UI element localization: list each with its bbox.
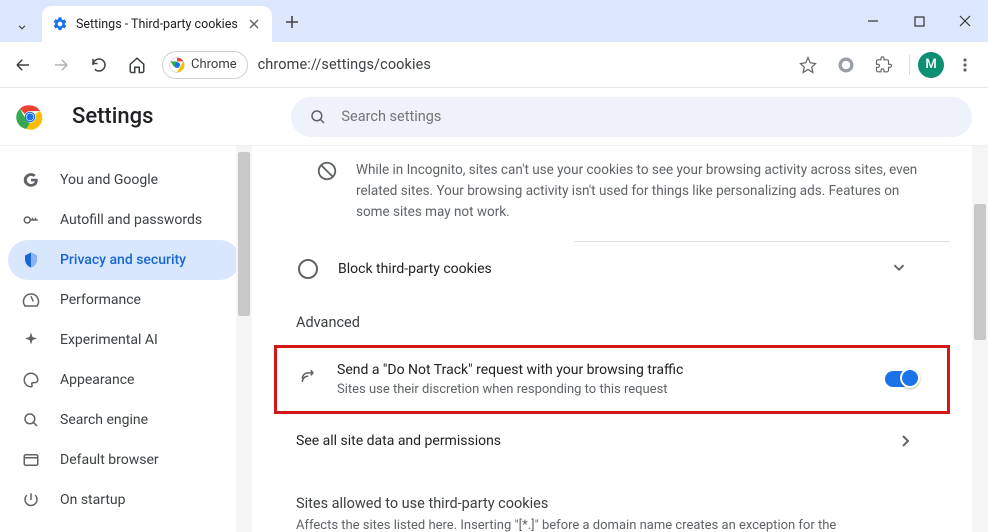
- bookmark-button[interactable]: [791, 48, 825, 82]
- dnt-toggle[interactable]: [885, 371, 919, 387]
- sidebar-item-label: Experimental AI: [60, 332, 158, 348]
- incognito-info-text: While in Incognito, sites can't use your…: [356, 160, 918, 223]
- settings-header: Settings: [0, 88, 988, 146]
- settings-sidebar: You and Google Autofill and passwords Pr…: [0, 146, 252, 532]
- site-chip[interactable]: Chrome: [162, 51, 248, 79]
- prohibit-icon: [316, 160, 338, 182]
- settings-search-input[interactable]: [341, 108, 954, 125]
- reload-button[interactable]: [82, 48, 116, 82]
- section-heading-advanced: Advanced: [274, 296, 950, 335]
- close-icon: [249, 19, 259, 29]
- window-titlebar: Settings - Third-party cookies: [0, 0, 988, 42]
- extensions-button[interactable]: [867, 48, 901, 82]
- sidebar-item-label: Autofill and passwords: [60, 212, 202, 228]
- home-button[interactable]: [120, 48, 154, 82]
- content-scrollbar[interactable]: [972, 146, 988, 532]
- sidebar-item-appearance[interactable]: Appearance: [8, 360, 240, 400]
- radio-icon: [298, 259, 318, 279]
- sidebar-item-you-and-google[interactable]: You and Google: [8, 160, 240, 200]
- expand-button[interactable]: [888, 256, 910, 282]
- maximize-icon: [914, 16, 925, 27]
- link-label: See all site data and permissions: [296, 433, 902, 449]
- dnt-subtitle: Sites use their discretion when respondi…: [337, 382, 867, 397]
- window-maximize-button[interactable]: [896, 0, 942, 42]
- menu-button[interactable]: [948, 48, 982, 82]
- separator: [909, 55, 910, 75]
- sidebar-item-privacy[interactable]: Privacy and security: [8, 240, 240, 280]
- puzzle-icon: [875, 56, 893, 74]
- search-icon: [22, 411, 40, 429]
- new-tab-button[interactable]: [278, 8, 306, 36]
- globe-shield-icon: [836, 55, 856, 75]
- cookies-indicator-button[interactable]: [829, 48, 863, 82]
- window-minimize-button[interactable]: [850, 0, 896, 42]
- sidebar-item-default-browser[interactable]: Default browser: [8, 440, 240, 480]
- gear-icon: [52, 16, 68, 32]
- window-close-button[interactable]: [942, 0, 988, 42]
- sidebar-item-search-engine[interactable]: Search engine: [8, 400, 240, 440]
- scrollbar-thumb[interactable]: [974, 204, 986, 340]
- sidebar-item-performance[interactable]: Performance: [8, 280, 240, 320]
- setting-do-not-track[interactable]: Send a "Do Not Track" request with your …: [277, 348, 947, 411]
- chrome-logo-icon: [169, 57, 185, 73]
- sidebar-item-on-startup[interactable]: On startup: [8, 480, 240, 520]
- sparkle-icon: [22, 331, 40, 349]
- sidebar-item-experimental-ai[interactable]: Experimental AI: [8, 320, 240, 360]
- settings-search[interactable]: [291, 97, 972, 137]
- site-chip-label: Chrome: [191, 57, 237, 72]
- tab-close-button[interactable]: [246, 16, 262, 32]
- power-icon: [22, 491, 40, 509]
- highlighted-setting-box: Send a "Do Not Track" request with your …: [274, 345, 950, 414]
- option-block-third-party-cookies[interactable]: Block third-party cookies: [274, 242, 950, 296]
- sites-allowed-description: Affects the sites listed here. Inserting…: [274, 516, 950, 532]
- sidebar-item-label: Performance: [60, 292, 141, 308]
- page-title: Settings: [72, 104, 153, 129]
- section-heading-sites-allowed: Sites allowed to use third-party cookies: [274, 469, 950, 516]
- chevron-down-icon: [888, 256, 910, 278]
- kebab-icon: [957, 57, 973, 73]
- chrome-logo-icon: [16, 103, 44, 131]
- google-g-icon: [22, 171, 40, 189]
- address-bar[interactable]: chrome://settings/cookies: [258, 56, 779, 73]
- link-see-all-site-data[interactable]: See all site data and permissions: [274, 414, 950, 469]
- star-icon: [799, 56, 817, 74]
- speedometer-icon: [22, 291, 40, 309]
- sidebar-item-label: Default browser: [60, 452, 159, 468]
- arrow-right-icon: [52, 56, 70, 74]
- tab-search-button[interactable]: [8, 13, 36, 41]
- arrow-left-icon: [14, 56, 32, 74]
- sidebar-item-label: On startup: [60, 492, 126, 508]
- search-icon: [309, 108, 327, 126]
- sidebar-item-label: Appearance: [60, 372, 134, 388]
- shield-icon: [22, 251, 40, 269]
- sidebar-scrollbar[interactable]: [236, 146, 252, 532]
- tab-title: Settings - Third-party cookies: [76, 17, 238, 32]
- reload-icon: [90, 56, 108, 74]
- scrollbar-thumb[interactable]: [238, 152, 250, 316]
- browser-icon: [22, 451, 40, 469]
- back-button[interactable]: [6, 48, 40, 82]
- sidebar-item-label: You and Google: [60, 172, 158, 188]
- minimize-icon: [867, 15, 879, 27]
- browser-toolbar: Chrome chrome://settings/cookies M: [0, 42, 988, 88]
- window-controls: [850, 0, 988, 42]
- incognito-info: While in Incognito, sites can't use your…: [274, 156, 950, 241]
- key-icon: [22, 211, 40, 229]
- sidebar-item-label: Privacy and security: [60, 252, 186, 268]
- settings-content: While in Incognito, sites can't use your…: [252, 146, 972, 532]
- dnt-title: Send a "Do Not Track" request with your …: [337, 362, 867, 378]
- forward-button[interactable]: [44, 48, 78, 82]
- plus-icon: [285, 15, 299, 29]
- sidebar-item-autofill[interactable]: Autofill and passwords: [8, 200, 240, 240]
- home-icon: [128, 56, 146, 74]
- chevron-right-icon: [902, 435, 910, 447]
- palette-icon: [22, 371, 40, 389]
- option-label: Block third-party cookies: [338, 261, 868, 277]
- profile-avatar[interactable]: M: [918, 52, 944, 78]
- redirect-arrow-icon: [299, 367, 319, 387]
- browser-tab[interactable]: Settings - Third-party cookies: [42, 6, 272, 42]
- sidebar-item-label: Search engine: [60, 412, 148, 428]
- chevron-down-icon: [15, 20, 29, 34]
- close-icon: [959, 15, 971, 27]
